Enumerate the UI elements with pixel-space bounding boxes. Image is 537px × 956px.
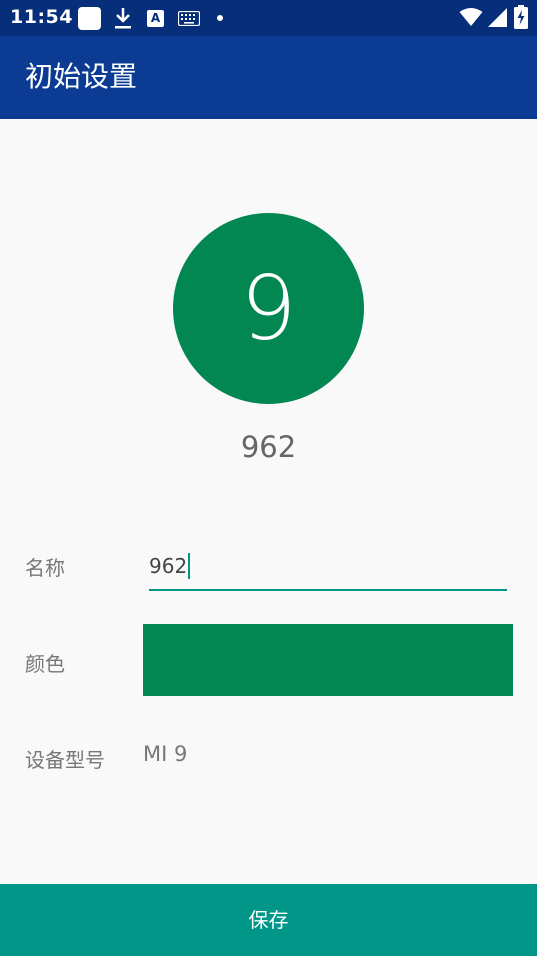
color-picker-swatch[interactable] [143,624,513,696]
download-icon [115,8,131,29]
dot-icon [217,15,223,21]
a-text-icon: A [147,10,164,27]
signal-icon [488,8,507,27]
save-button-label: 保存 [248,908,289,932]
keyboard-icon [178,11,200,26]
color-label: 颜色 [25,652,65,676]
name-input-value[interactable]: 962 [149,553,191,579]
name-input-text: 962 [149,554,188,578]
initial-setup-screen: 11:54 A 初始设置 9 962 名称 962 颜色 设备型号 MI 9 保… [0,0,537,956]
model-value: MI 9 [143,742,188,766]
save-button[interactable]: 保存 [0,884,537,956]
model-label: 设备型号 [25,748,105,772]
app-bar: 初始设置 [0,36,537,119]
page-title: 初始设置 [25,60,138,93]
battery-charging-icon [514,5,528,29]
wifi-icon [459,8,483,26]
app-square-icon [78,7,101,30]
avatar-initial: 9 [240,257,297,360]
device-name-display: 962 [240,430,297,464]
text-cursor [188,553,191,579]
status-bar: 11:54 A [0,0,537,36]
device-avatar[interactable]: 9 [173,213,364,404]
name-label: 名称 [25,556,65,580]
name-field[interactable]: 962 [149,545,507,591]
status-time: 11:54 [10,6,73,28]
